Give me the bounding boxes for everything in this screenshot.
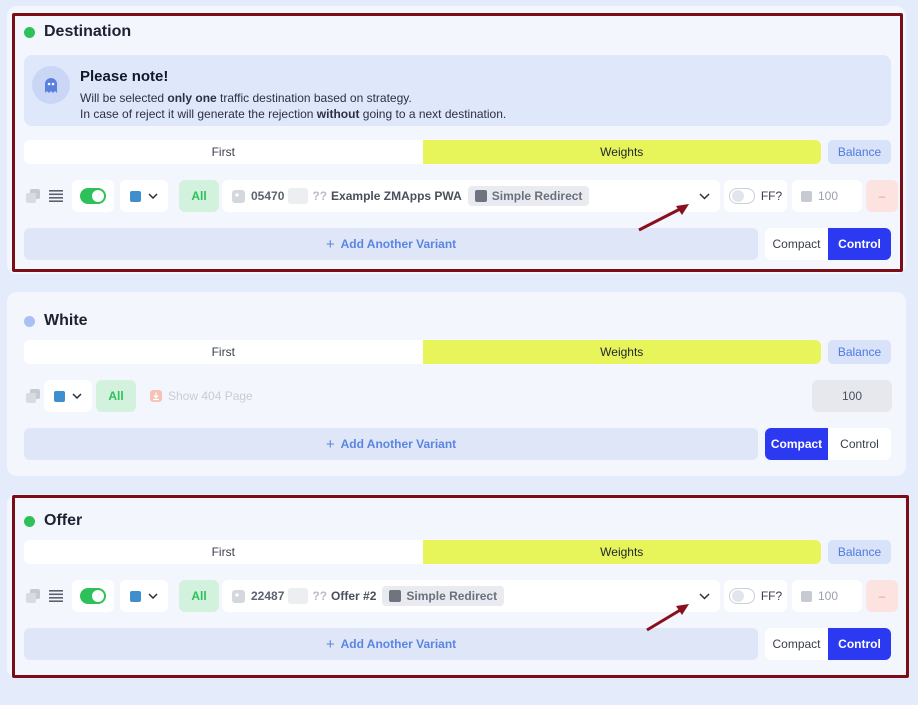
status-dot [24,26,35,38]
weight-display: 100 [812,380,892,412]
ff-toggle[interactable]: FF? [724,180,787,212]
status-dot [24,515,35,527]
plus-icon: + [325,635,335,653]
chevron-down-icon [699,193,710,200]
enabled-toggle[interactable] [72,180,114,212]
destination-id: 05470 [251,189,285,203]
compact-button[interactable]: Compact [765,428,828,460]
view-switch: Compact Control [765,628,891,660]
weight-input[interactable]: 100 [792,180,862,212]
chevron-down-icon [148,593,158,599]
ghost-icon [32,66,70,104]
copy-icon[interactable] [26,380,40,412]
offer-title: Offer [24,512,82,530]
offer-id: 22487 [251,589,285,603]
drag-handle-icon[interactable] [49,180,63,212]
chevron-down-icon [148,193,158,199]
redacted-field [288,188,309,204]
compact-button[interactable]: Compact [765,628,828,660]
note-line-1: Will be selected only one traffic destin… [80,91,412,105]
tab-weights[interactable]: Weights [422,540,821,564]
status-dot [24,315,35,327]
remove-variant-button[interactable]: – [866,180,898,212]
toggle-switch [80,188,106,204]
landing-icon [232,589,245,603]
drag-handle-icon[interactable] [49,580,63,612]
balance-button[interactable]: Balance [828,140,891,164]
lock-icon [801,590,812,602]
remove-variant-button[interactable]: – [866,580,898,612]
offer-name: Offer #2 [331,589,377,603]
unknown-marker: ?? [312,589,328,603]
tab-first[interactable]: First [24,340,423,364]
annotation-arrow [638,204,689,232]
control-button[interactable]: Control [828,428,891,460]
plus-icon: + [325,235,335,253]
geo-all-button[interactable]: All [179,580,219,612]
unknown-marker: ?? [312,189,328,203]
redirect-chip: Simple Redirect [467,186,590,206]
variant-row: All 05470 ?? Example ZMApps PWA Simple R… [24,180,898,212]
download-icon [150,390,162,402]
weight-input[interactable]: 100 [792,580,862,612]
color-select[interactable] [44,380,92,412]
add-variant-button[interactable]: + Add Another Variant [24,428,758,460]
tab-first[interactable]: First [24,540,423,564]
color-select[interactable] [120,180,168,212]
color-swatch [54,390,65,402]
ff-switch [728,588,755,604]
lock-icon [801,190,812,202]
redacted-field [288,588,309,604]
color-swatch [130,190,141,202]
plus-icon: + [325,435,335,453]
strategy-tabs: First Weights [24,540,821,564]
offer-card: Offer First Weights Balance All 22487 ??… [7,494,906,678]
view-switch: Compact Control [765,228,891,260]
balance-button[interactable]: Balance [828,540,891,564]
balance-button[interactable]: Balance [828,340,891,364]
landing-icon [232,189,245,203]
annotation-arrow [646,604,689,632]
redirect-chip: Simple Redirect [382,586,505,606]
note-banner: Please note! Will be selected only one t… [24,55,891,126]
tab-first[interactable]: First [24,140,423,164]
white-title: White [24,312,88,330]
note-heading: Please note! [80,68,169,85]
redirect-icon [474,190,487,202]
ff-switch [728,188,755,204]
chevron-down-icon [72,393,82,399]
note-line-2: In case of reject it will generate the r… [80,107,507,121]
variant-row: All Show 404 Page 100 [24,380,892,412]
redirect-icon [389,590,402,602]
color-select[interactable] [120,580,168,612]
toggle-switch [80,588,106,604]
ff-toggle[interactable]: FF? [724,580,787,612]
destination-card: Destination Please note! Will be selecte… [7,6,906,274]
variant-row: All 22487 ?? Offer #2 Simple Redirect FF… [24,580,898,612]
geo-all-button[interactable]: All [179,180,219,212]
view-switch: Compact Control [765,428,891,460]
control-button[interactable]: Control [828,228,891,260]
page-option: Show 404 Page [150,380,253,412]
copy-icon[interactable] [26,580,40,612]
copy-icon[interactable] [26,180,40,212]
strategy-tabs: First Weights [24,340,821,364]
control-button[interactable]: Control [828,628,891,660]
tab-weights[interactable]: Weights [422,140,821,164]
white-card: White First Weights Balance All Show 404… [7,292,906,476]
tab-weights[interactable]: Weights [422,340,821,364]
chevron-down-icon [699,593,710,600]
destination-title: Destination [24,23,131,41]
destination-name: Example ZMApps PWA [331,189,462,203]
compact-button[interactable]: Compact [765,228,828,260]
geo-all-button[interactable]: All [96,380,136,412]
enabled-toggle[interactable] [72,580,114,612]
color-swatch [130,590,141,602]
strategy-tabs: First Weights [24,140,821,164]
